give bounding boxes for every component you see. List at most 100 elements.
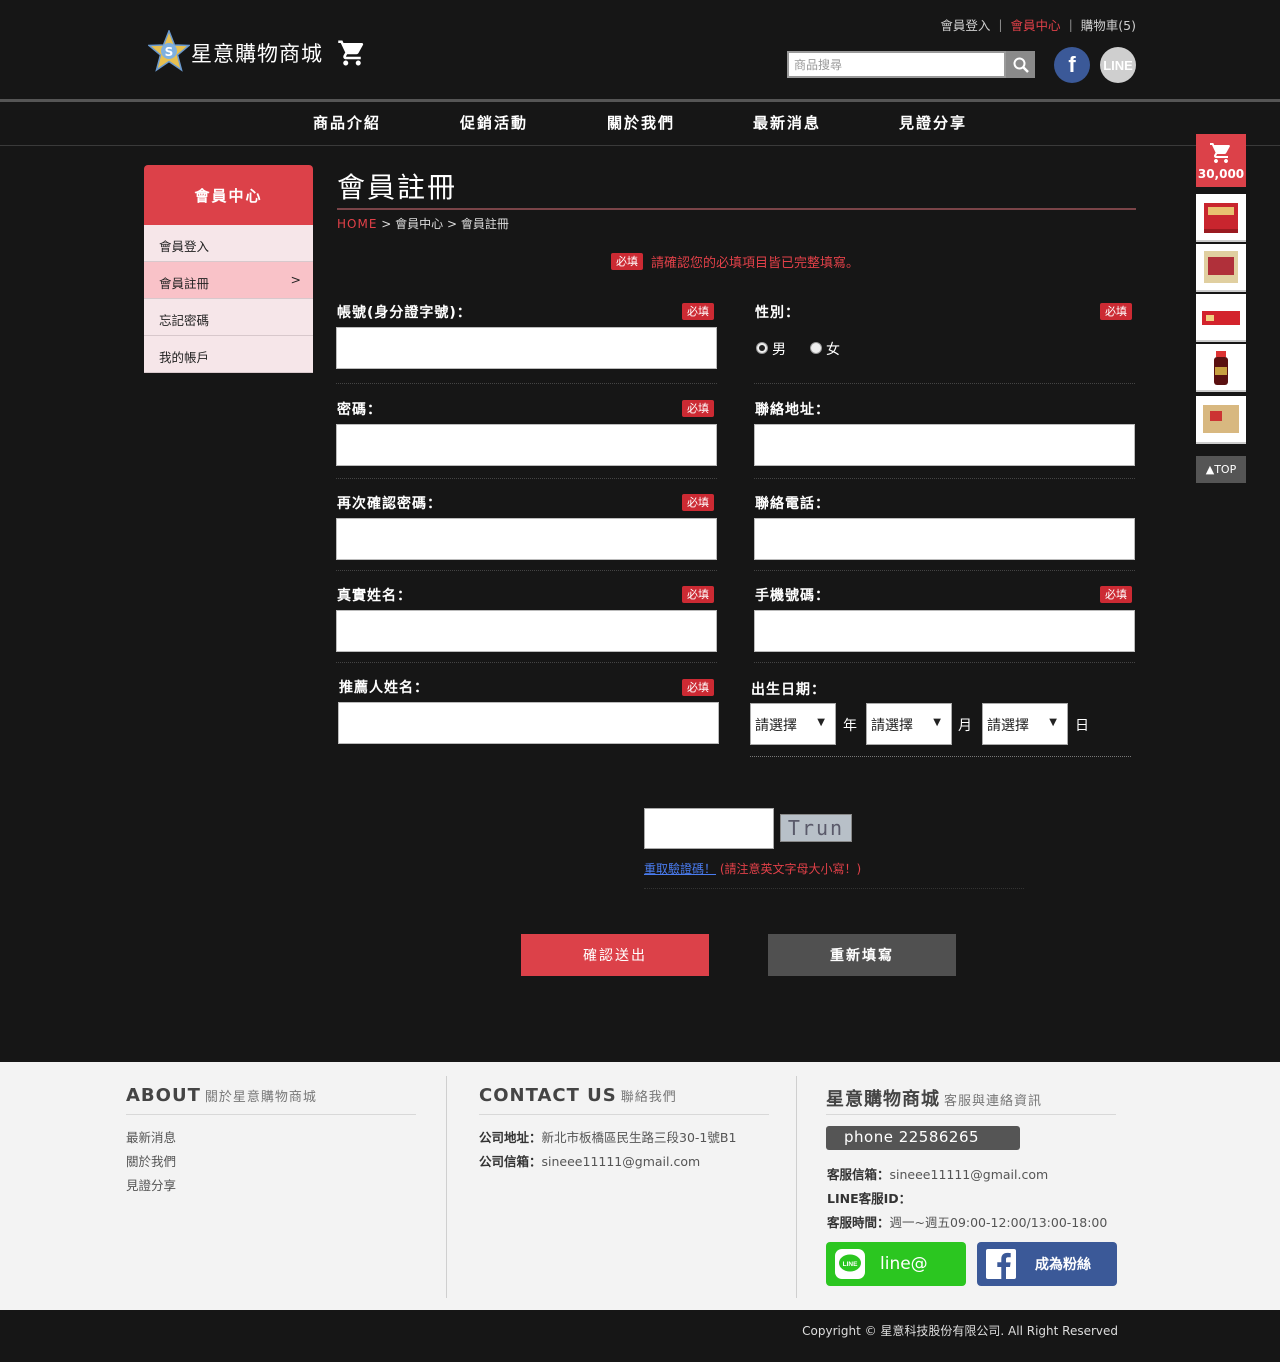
footer-link-testimonials[interactable]: 見證分享 (126, 1175, 176, 1194)
service-hours: 客服時間：週一~週五09:00-12:00/13:00-18:00 (827, 1212, 1107, 1231)
required-badge: 必填 (682, 586, 714, 604)
birthday-month-select[interactable]: 請選擇 ▼ (866, 703, 952, 745)
required-badge: 必填 (682, 303, 714, 321)
svg-text:LINE: LINE (843, 1261, 858, 1268)
product-thumbnail (1203, 405, 1239, 433)
sidebar-item-login[interactable]: 會員登入 (144, 225, 313, 262)
gender-radio-female[interactable] (810, 342, 822, 354)
password-input[interactable] (336, 424, 717, 466)
service-phone: phone 22586265 (826, 1126, 1020, 1150)
required-badge: 必填 (611, 252, 643, 271)
birthday-label: 出生日期： (751, 682, 826, 698)
separator: | (998, 17, 1003, 32)
birthday-day-select[interactable]: 請選擇 ▼ (982, 703, 1068, 745)
year-unit: 年 (843, 718, 857, 734)
cart-icon (1210, 142, 1230, 163)
facebook-icon (986, 1249, 1016, 1279)
line-id-label: LINE客服ID： (827, 1191, 912, 1206)
sidebar-item-label: 會員註冊 (159, 276, 210, 291)
service-email: 客服信箱：sineee11111@gmail.com (827, 1164, 1048, 1183)
recent-product[interactable] (1196, 396, 1246, 444)
top-link-login[interactable]: 會員登入 (940, 15, 990, 34)
password-label: 密碼： (337, 402, 382, 418)
back-to-top-button[interactable]: ▲TOP (1196, 456, 1246, 483)
recent-product[interactable] (1196, 194, 1246, 242)
reset-button[interactable]: 重新填寫 (768, 934, 956, 976)
mobile-input[interactable] (754, 610, 1135, 652)
search-input[interactable]: 商品搜尋 (787, 51, 1006, 78)
top-links: 會員登入 | 會員中心 | 購物車(5) (940, 15, 1136, 34)
footer-subtitle: 聯絡我們 (620, 1090, 677, 1105)
row-divider (336, 383, 717, 384)
notice-text: 請確認您的必填項目皆已完整填寫。 (651, 256, 860, 271)
footer-link-about[interactable]: 關於我們 (126, 1151, 176, 1170)
title-divider (337, 208, 1136, 210)
company-address: 公司地址：新北市板橋區民生路三段30-1號B1 (479, 1127, 736, 1146)
month-unit: 月 (958, 718, 972, 734)
product-thumbnail (1204, 203, 1238, 233)
site-name[interactable]: 星意購物商城 (191, 38, 323, 68)
required-badge: 必填 (682, 400, 714, 418)
real-name-input[interactable] (336, 610, 717, 652)
day-unit: 日 (1075, 718, 1089, 734)
line-at-button[interactable]: LINE line@ (826, 1242, 966, 1286)
footer-rule (826, 1114, 1116, 1115)
sidebar-item-label: 忘記密碼 (159, 313, 210, 328)
logo-star-icon[interactable]: S (148, 30, 190, 72)
row-divider (644, 888, 1024, 889)
line-button-label: line@ (880, 1254, 928, 1274)
sidebar-heading: 會員中心 (144, 165, 313, 225)
recent-product[interactable] (1196, 294, 1246, 342)
recent-product[interactable] (1196, 244, 1246, 292)
line-icon: LINE (835, 1249, 865, 1279)
footer-service-title: 星意購物商城 客服與連絡資訊 (826, 1085, 1042, 1111)
service-email-value[interactable]: sineee11111@gmail.com (890, 1167, 1049, 1182)
svg-text:S: S (165, 45, 174, 59)
search-button[interactable] (1006, 51, 1035, 78)
facebook-fan-button[interactable]: 成為粉絲 (977, 1242, 1117, 1286)
address-label: 公司地址： (479, 1130, 542, 1145)
nav-item-news[interactable]: 最新消息 (753, 112, 821, 133)
breadcrumb-home[interactable]: HOME (337, 217, 377, 231)
footer-contact-title: CONTACT US 聯絡我們 (479, 1085, 677, 1106)
address-input[interactable] (754, 424, 1135, 466)
facebook-icon[interactable]: f (1054, 47, 1090, 83)
cart-icon[interactable] (337, 38, 367, 68)
phone-input[interactable] (754, 518, 1135, 560)
sidebar-item-forgot-password[interactable]: 忘記密碼 (144, 299, 313, 336)
breadcrumb-member-center[interactable]: 會員中心 (395, 217, 443, 231)
captcha-refresh-link[interactable]: 重取驗證碼！ (644, 862, 716, 876)
row-divider (336, 570, 717, 571)
select-value: 請選擇 (755, 718, 797, 734)
floating-cart[interactable]: 30,000 (1196, 134, 1246, 187)
nav-item-about[interactable]: 關於我們 (607, 112, 675, 133)
sidebar-item-register[interactable]: 會員註冊 > (144, 262, 313, 299)
captcha-input[interactable] (644, 808, 774, 849)
referrer-label: 推薦人姓名： (339, 680, 429, 696)
sidebar-item-label: 會員登入 (159, 239, 210, 254)
nav-item-testimonials[interactable]: 見證分享 (899, 112, 967, 133)
referrer-input[interactable] (338, 702, 719, 744)
nav-item-products[interactable]: 商品介紹 (313, 112, 381, 133)
top-link-cart[interactable]: 購物車(5) (1081, 15, 1136, 34)
recent-product[interactable] (1196, 344, 1246, 392)
confirm-password-input[interactable] (336, 518, 717, 560)
sidebar-item-my-account[interactable]: 我的帳戶 (144, 336, 313, 373)
nav-item-promotions[interactable]: 促銷活動 (460, 112, 528, 133)
footer-subtitle: 關於星意購物商城 (204, 1090, 317, 1105)
facebook-button-label: 成為粉絲 (1035, 1257, 1091, 1273)
footer-about-title: ABOUT 關於星意購物商城 (126, 1085, 317, 1106)
gender-radio-male[interactable] (756, 342, 768, 354)
birthday-year-select[interactable]: 請選擇 ▼ (750, 703, 836, 745)
row-divider (754, 383, 1135, 384)
account-input[interactable] (336, 327, 717, 369)
footer-link-news[interactable]: 最新消息 (126, 1127, 176, 1146)
submit-button[interactable]: 確認送出 (521, 934, 709, 976)
company-email: 公司信箱：sineee11111@gmail.com (479, 1151, 700, 1170)
captcha-image: Trun (780, 814, 852, 842)
account-label: 帳號(身分證字號)： (337, 305, 472, 321)
line-icon[interactable]: LINE (1100, 47, 1136, 83)
top-link-member-center[interactable]: 會員中心 (1011, 15, 1061, 34)
email-value[interactable]: sineee11111@gmail.com (542, 1154, 701, 1169)
row-divider (754, 478, 1135, 479)
